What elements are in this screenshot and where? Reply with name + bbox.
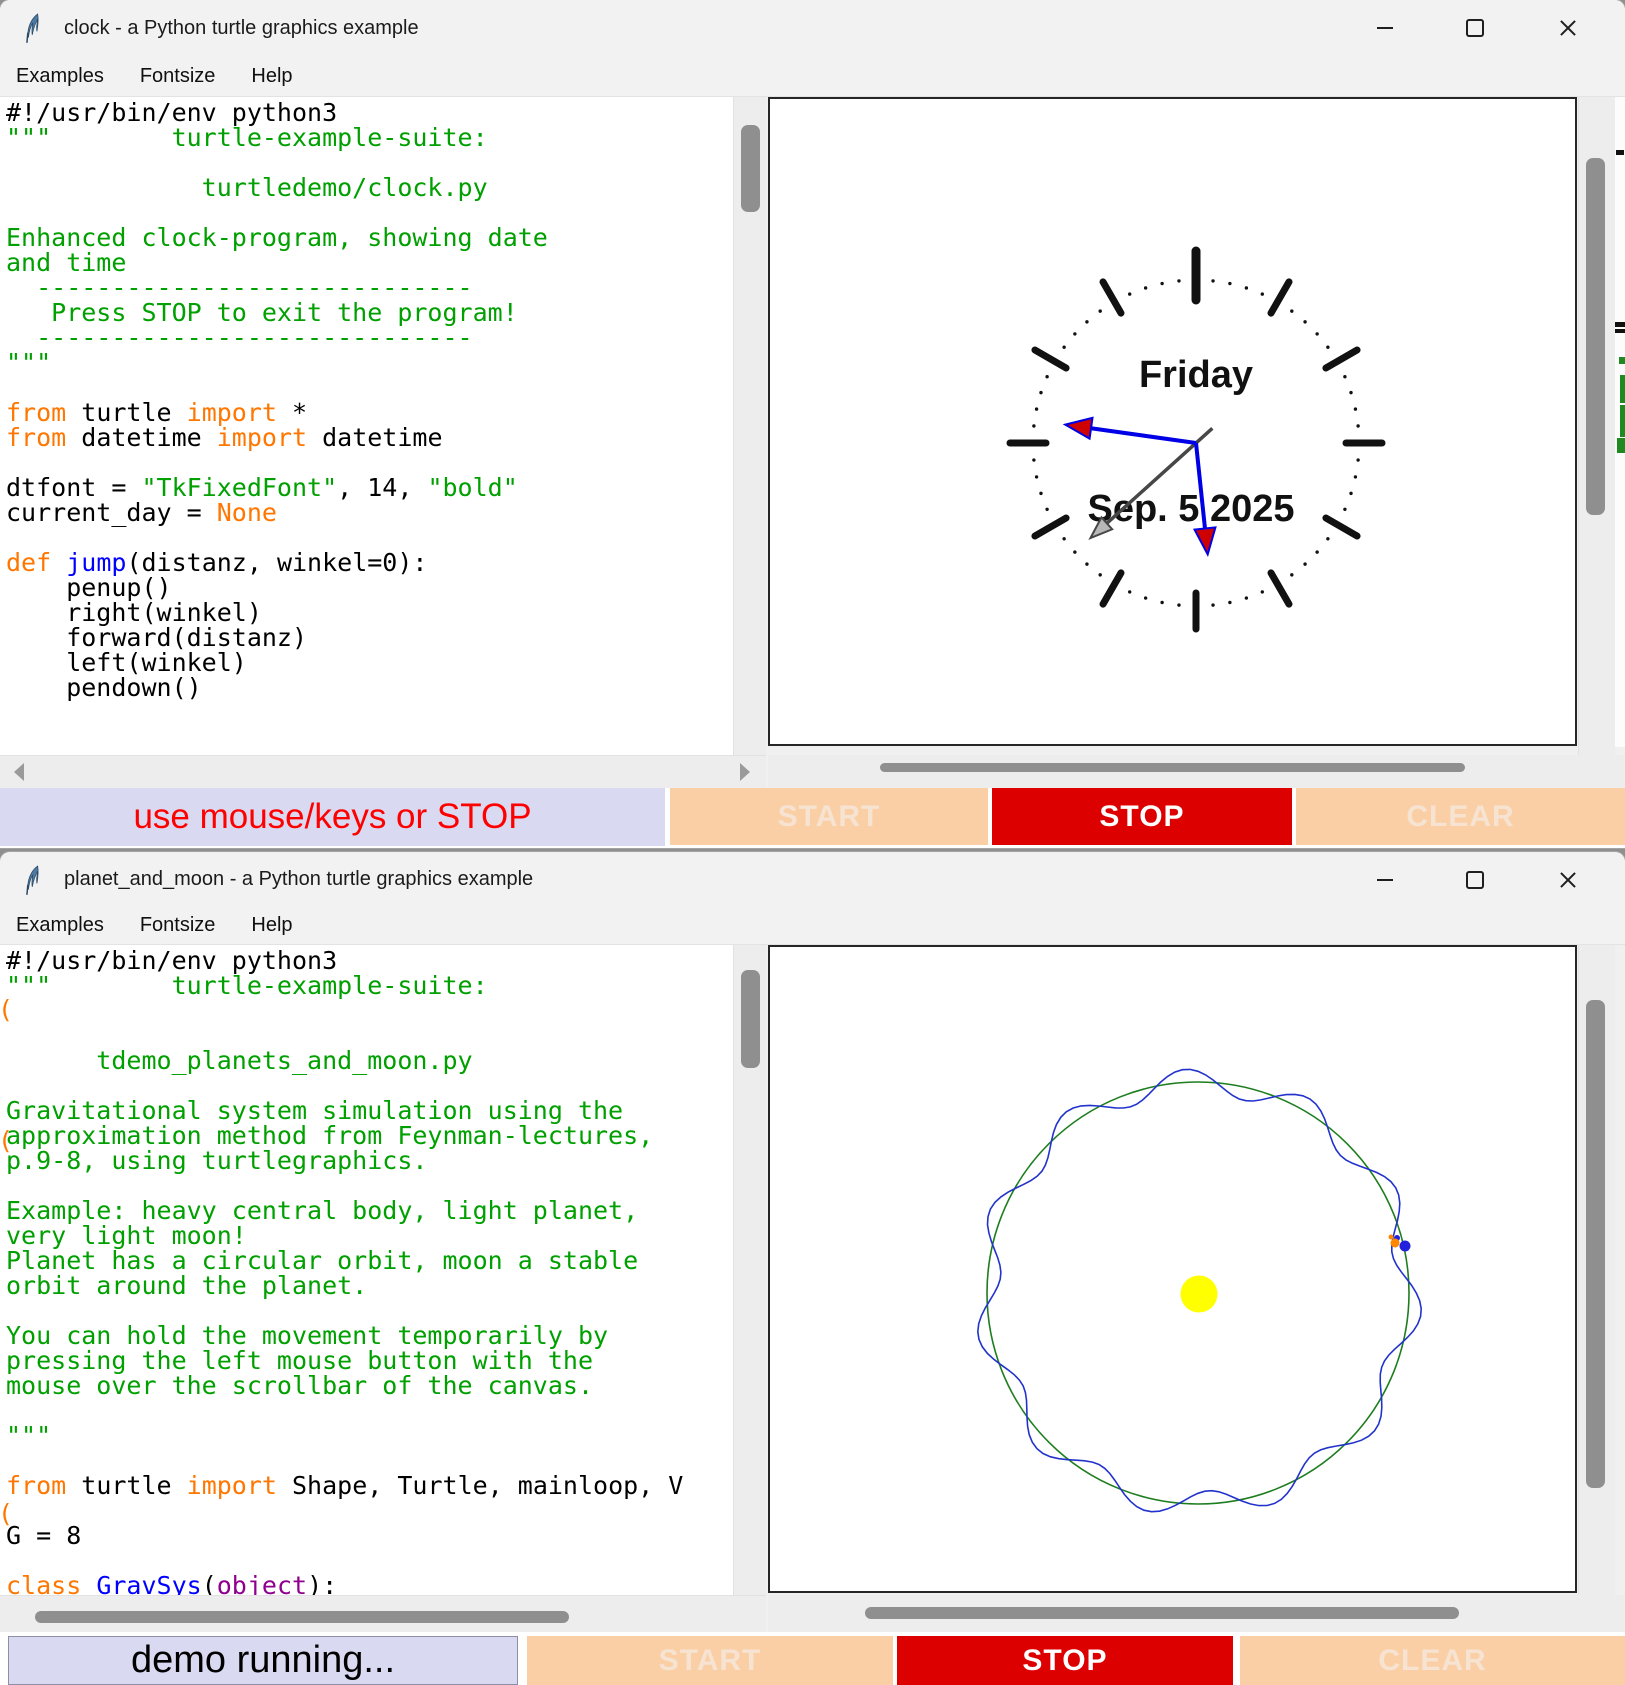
maximize-button[interactable] <box>1452 8 1498 48</box>
bottom-bar: demo running... START STOP CLEAR <box>0 1632 1625 1685</box>
close-button[interactable] <box>1545 860 1591 900</box>
clear-button[interactable]: CLEAR <box>1240 1636 1625 1685</box>
horizontal-scroll-row <box>0 755 1625 788</box>
turtle-canvas-planet[interactable] <box>768 945 1577 1593</box>
orbit-drawing <box>770 947 1575 1591</box>
status-message: demo running... <box>8 1636 518 1685</box>
background-window-sliver <box>1615 97 1625 747</box>
maximize-icon <box>1466 871 1484 889</box>
maximize-button[interactable] <box>1452 860 1498 900</box>
scrollbar-thumb[interactable] <box>35 1611 569 1623</box>
close-icon <box>1559 19 1577 37</box>
start-button[interactable]: START <box>670 788 988 845</box>
code-vertical-scrollbar[interactable] <box>733 97 766 755</box>
scrollbar-thumb[interactable] <box>1586 158 1605 515</box>
python-feather-icon <box>22 13 48 45</box>
canvas-horizontal-scrollbar[interactable] <box>768 755 1625 788</box>
horizontal-scroll-row <box>0 1595 1625 1632</box>
clear-button[interactable]: CLEAR <box>1296 788 1625 845</box>
code-horizontal-scrollbar[interactable] <box>0 1595 766 1632</box>
scroll-right-arrow-icon[interactable] <box>740 763 750 781</box>
scrollbar-thumb[interactable] <box>741 970 760 1068</box>
canvas-vertical-scrollbar[interactable] <box>1578 945 1615 1595</box>
canvas-horizontal-scrollbar[interactable] <box>768 1595 1625 1632</box>
window-planet-and-moon: planet_and_moon - a Python turtle graphi… <box>0 852 1625 1685</box>
scrollbar-thumb[interactable] <box>741 125 760 212</box>
maximize-icon <box>1466 19 1484 37</box>
scrollbar-thumb[interactable] <box>865 1607 1459 1619</box>
menu-help[interactable]: Help <box>251 914 292 937</box>
stray-paren: ( <box>0 997 13 1022</box>
start-button[interactable]: START <box>527 1636 893 1685</box>
scrollbar-thumb[interactable] <box>1586 1000 1605 1488</box>
code-horizontal-scrollbar[interactable] <box>0 755 766 788</box>
canvas-vertical-scrollbar[interactable] <box>1578 97 1615 755</box>
clock-drawing: Friday Sep. 5 2025 <box>770 99 1575 744</box>
menubar: Examples Fontsize Help <box>0 907 1625 945</box>
desktop: clock - a Python turtle graphics example… <box>0 0 1625 1685</box>
close-icon <box>1559 871 1577 889</box>
minimize-button[interactable] <box>1362 8 1408 48</box>
window-title: planet_and_moon - a Python turtle graphi… <box>64 852 533 907</box>
menubar: Examples Fontsize Help <box>0 57 1625 97</box>
content-area: #!/usr/bin/env python3""" turtle-example… <box>0 945 1625 1595</box>
stop-button[interactable]: STOP <box>992 788 1292 845</box>
content-area: #!/usr/bin/env python3""" turtle-example… <box>0 97 1625 755</box>
titlebar[interactable]: clock - a Python turtle graphics example <box>0 0 1625 57</box>
python-feather-icon <box>22 865 48 897</box>
scrollbar-thumb[interactable] <box>880 763 1465 772</box>
stop-button[interactable]: STOP <box>897 1636 1233 1685</box>
code-vertical-scrollbar[interactable] <box>733 945 766 1595</box>
window-title: clock - a Python turtle graphics example <box>64 0 419 57</box>
menu-fontsize[interactable]: Fontsize <box>140 914 216 937</box>
menu-examples[interactable]: Examples <box>16 914 104 937</box>
code-editor-planet[interactable]: #!/usr/bin/env python3""" turtle-example… <box>0 945 733 1595</box>
svg-text:Sep. 5 2025: Sep. 5 2025 <box>1087 488 1294 530</box>
stray-paren: ( <box>0 1501 13 1526</box>
minimize-icon <box>1377 879 1393 881</box>
code-editor-clock[interactable]: #!/usr/bin/env python3""" turtle-example… <box>0 97 733 755</box>
status-message: use mouse/keys or STOP <box>0 788 665 846</box>
menu-fontsize[interactable]: Fontsize <box>140 65 216 88</box>
menu-help[interactable]: Help <box>251 65 292 88</box>
stray-paren: ( <box>0 1128 13 1153</box>
bottom-bar: use mouse/keys or STOP START STOP CLEAR <box>0 788 1625 848</box>
svg-text:Friday: Friday <box>1139 354 1253 396</box>
window-clock: clock - a Python turtle graphics example… <box>0 0 1625 848</box>
scroll-left-arrow-icon[interactable] <box>14 763 24 781</box>
titlebar[interactable]: planet_and_moon - a Python turtle graphi… <box>0 852 1625 907</box>
minimize-button[interactable] <box>1362 860 1408 900</box>
close-button[interactable] <box>1545 8 1591 48</box>
turtle-canvas-clock[interactable]: Friday Sep. 5 2025 <box>768 97 1577 746</box>
minimize-icon <box>1377 27 1393 29</box>
menu-examples[interactable]: Examples <box>16 65 104 88</box>
